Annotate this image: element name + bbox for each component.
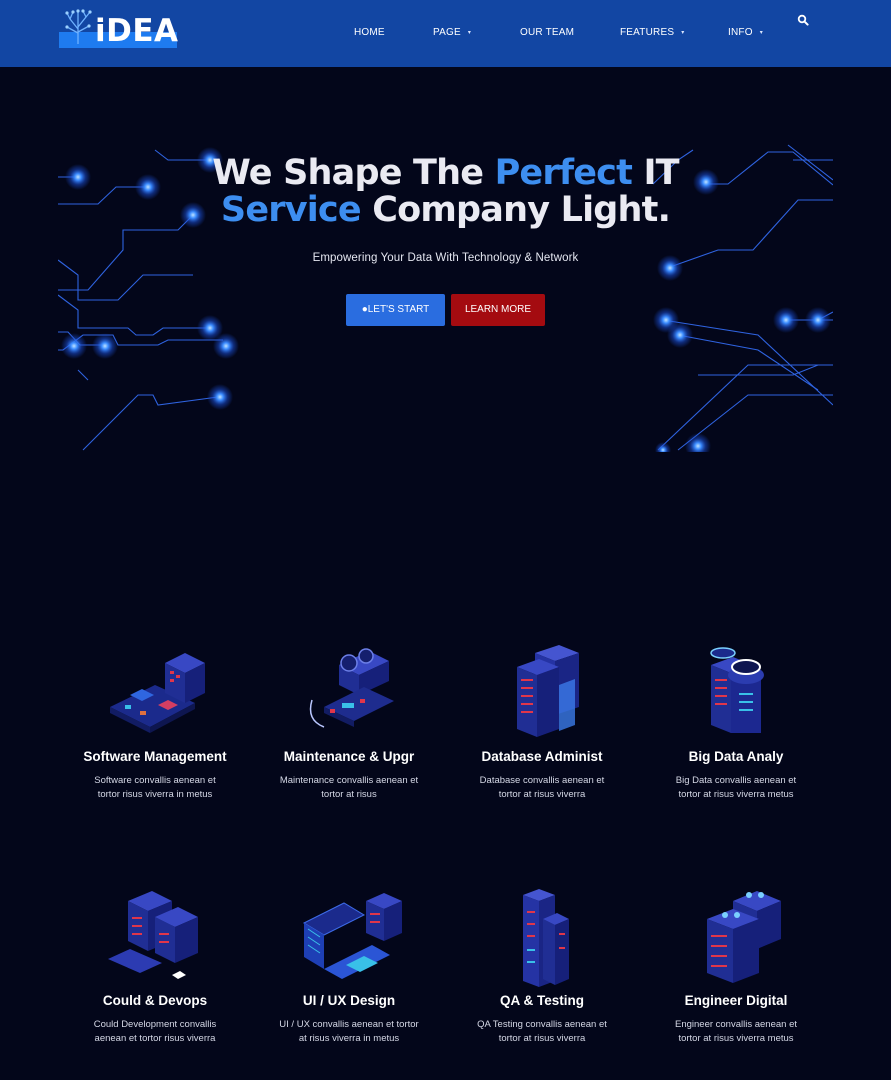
circuit-board-icon bbox=[110, 653, 205, 733]
server-stack-icon bbox=[707, 891, 781, 983]
server-rack-icon bbox=[517, 645, 579, 737]
laptop-design-icon bbox=[302, 893, 402, 979]
service-title: Could & Devops bbox=[102, 993, 208, 1008]
service-desc: UI / UX convallis aenean et tortor at ri… bbox=[279, 1019, 419, 1044]
service-card[interactable]: Engineer Digital Engineer convallis aene… bbox=[646, 889, 826, 1046]
lets-start-label: LET'S START bbox=[367, 304, 430, 315]
service-title: Engineer Digital bbox=[684, 993, 788, 1008]
nav-our-team-label: OUR TEAM bbox=[520, 27, 575, 38]
service-desc: QA Testing convallis aenean et tortor at… bbox=[477, 1019, 607, 1044]
nav-our-team[interactable]: OUR TEAM bbox=[520, 27, 574, 38]
learn-more-label: LEARN MORE bbox=[464, 304, 532, 315]
service-desc: Software convallis aenean et tortor risu… bbox=[94, 775, 216, 800]
service-title: UI / UX Design bbox=[302, 993, 396, 1008]
service-title: Database Administ bbox=[481, 749, 603, 764]
service-card[interactable]: Big Data Analy Big Data convallis aenean… bbox=[646, 645, 826, 802]
chevron-down-icon: ▾ bbox=[759, 30, 763, 36]
service-card[interactable]: Software Management Software convallis a… bbox=[65, 645, 245, 802]
service-desc: Big Data convallis aenean et tortor at r… bbox=[675, 775, 797, 800]
hero-title-line1: We Shape The Perfect IT bbox=[0, 155, 891, 192]
service-card[interactable]: Could & Devops Could Development convall… bbox=[65, 889, 245, 1046]
service-desc: Database convallis aenean et tortor at r… bbox=[479, 775, 605, 800]
service-title: Maintenance & Upgr bbox=[283, 749, 415, 764]
lets-start-button[interactable]: ●LET'S START bbox=[346, 294, 445, 326]
service-card[interactable]: Maintenance & Upgr Maintenance convallis… bbox=[259, 645, 439, 802]
hero-title-accent: Perfect bbox=[494, 153, 633, 193]
tree-icon bbox=[65, 9, 92, 44]
service-title: Software Management bbox=[83, 749, 227, 764]
cloud-servers-icon bbox=[108, 891, 198, 979]
nav-features-label: FEATURES bbox=[620, 27, 675, 38]
hero-title-text: IT bbox=[632, 153, 679, 193]
hero-title-text: Company Light. bbox=[360, 190, 671, 230]
service-card[interactable]: QA & Testing QA Testing convallis aenean… bbox=[452, 889, 632, 1046]
service-desc: Engineer convallis aenean et tortor at r… bbox=[674, 1019, 797, 1044]
logo-text: iDEA bbox=[95, 13, 179, 49]
testing-tower-icon bbox=[523, 889, 569, 987]
service-title: Big Data Analy bbox=[688, 749, 784, 764]
nav-features[interactable]: FEATURES ▾ bbox=[620, 27, 684, 38]
chevron-down-icon: ▾ bbox=[467, 30, 472, 36]
nav-page[interactable]: PAGE ▾ bbox=[433, 27, 471, 38]
graphics-card-icon bbox=[309, 648, 394, 728]
learn-more-button[interactable]: LEARN MORE bbox=[451, 294, 545, 326]
navbar: iDEA HOME PAGE ▾ OUR TEAM FEATURES ▾ INFO ▾ bbox=[0, 0, 891, 67]
service-desc: Maintenance convallis aenean et tortor a… bbox=[279, 775, 419, 800]
service-card[interactable]: UI / UX Design UI / UX convallis aenean … bbox=[259, 889, 439, 1046]
nav-info[interactable]: INFO ▾ bbox=[728, 27, 763, 38]
hero-title-text: We Shape The bbox=[212, 153, 495, 193]
data-cylinder-icon bbox=[710, 647, 764, 733]
nav-info-label: INFO bbox=[728, 27, 753, 38]
hero-subtitle: Empowering Your Data With Technology & N… bbox=[312, 252, 579, 264]
service-card[interactable]: Database Administ Database convallis aen… bbox=[452, 645, 632, 802]
chevron-down-icon: ▾ bbox=[681, 30, 685, 36]
nav-page-label: PAGE bbox=[433, 27, 461, 38]
hero-title-line2: Service Company Light. bbox=[0, 192, 891, 229]
service-desc: Could Development convallis aenean et to… bbox=[93, 1019, 217, 1044]
hero-title-accent: Service bbox=[220, 190, 362, 230]
logo[interactable]: iDEA bbox=[59, 7, 179, 49]
service-title: QA & Testing bbox=[500, 993, 584, 1008]
nav-home[interactable]: HOME bbox=[354, 27, 385, 38]
nav-home-label: HOME bbox=[354, 27, 385, 38]
search-icon bbox=[797, 14, 809, 26]
search-button[interactable] bbox=[797, 13, 809, 31]
